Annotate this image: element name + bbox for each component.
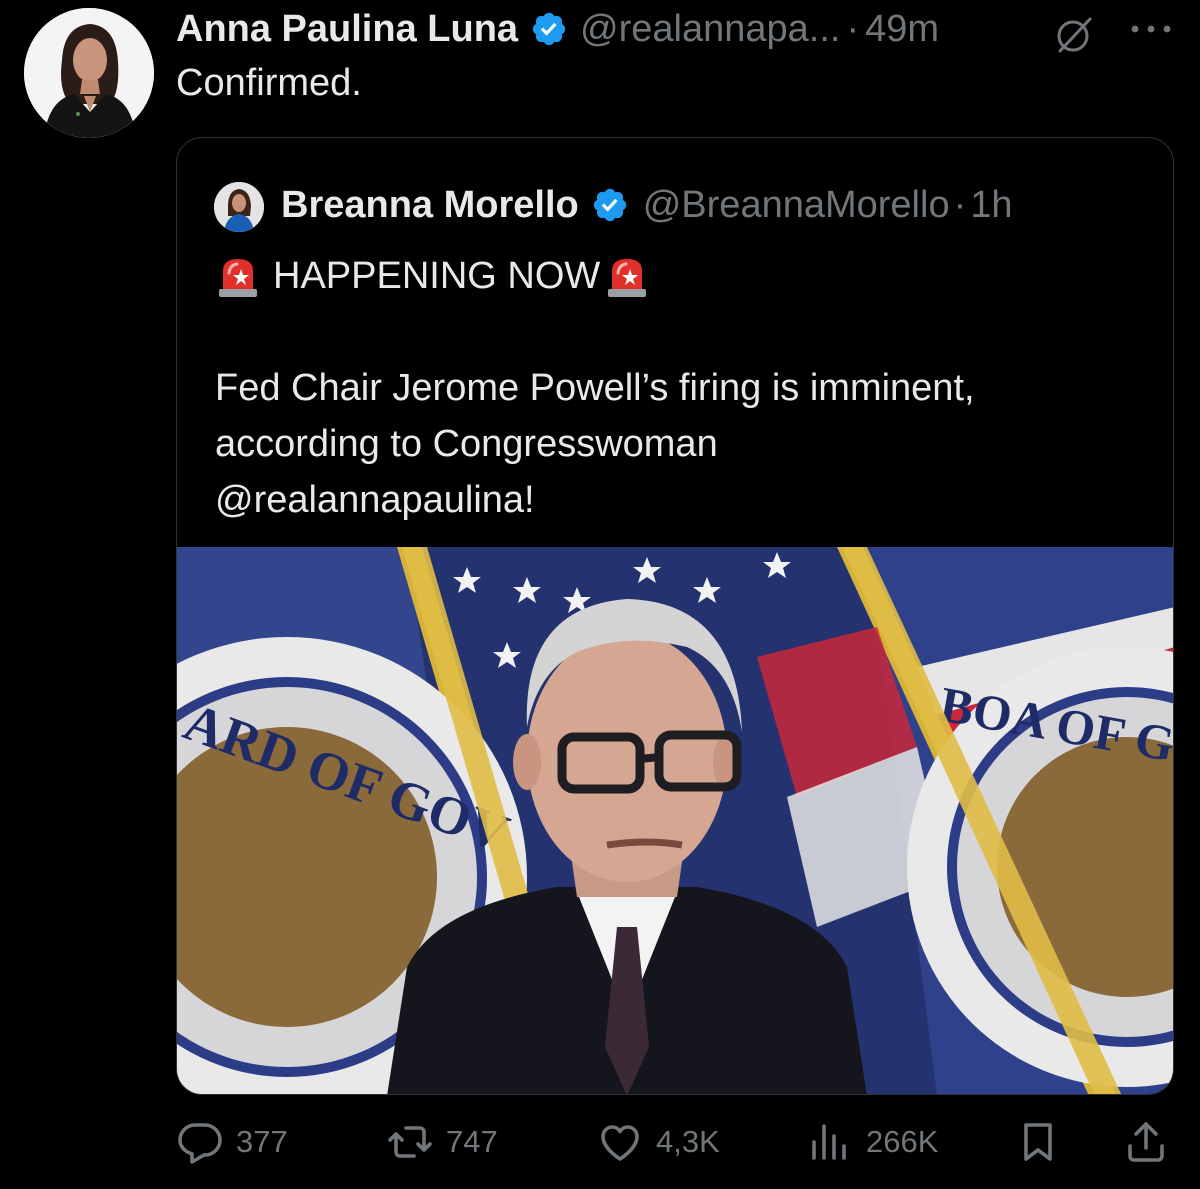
author-display-name[interactable]: Anna Paulina Luna xyxy=(176,8,518,51)
tweet: Anna Paulina Luna @realannapa... · 49m C… xyxy=(0,0,1200,1189)
quoted-header-separator: · xyxy=(953,183,967,226)
quoted-author-display-name[interactable]: Breanna Morello xyxy=(281,184,579,227)
views-chart-icon xyxy=(812,1124,846,1160)
header-separator: · xyxy=(846,7,860,50)
quoted-tweet[interactable]: Breanna Morello @BreannaMorello · 1h HAP… xyxy=(176,137,1174,1095)
repost-icon xyxy=(388,1126,432,1158)
quoted-body-line: according to Congresswoman xyxy=(215,423,718,465)
view-count: 266K xyxy=(866,1124,939,1159)
quoted-text: HAPPENING NOW Fed Chair Jerome Powell’s … xyxy=(215,248,1145,528)
quoted-author-avatar-image xyxy=(214,182,264,232)
quoted-author-avatar[interactable] xyxy=(214,182,264,232)
tweet-action-bar: 377 747 4,3K 266K xyxy=(176,1114,1176,1170)
views-button[interactable]: 266K xyxy=(806,1114,938,1170)
like-count: 4,3K xyxy=(656,1124,720,1159)
share-icon xyxy=(1128,1122,1164,1162)
author-avatar[interactable] xyxy=(24,8,154,138)
repost-button[interactable]: 747 xyxy=(386,1114,498,1170)
tweet-header: Anna Paulina Luna @realannapa... · 49m xyxy=(176,4,939,54)
author-handle[interactable]: @realannapa... xyxy=(580,8,840,51)
quoted-headline-line: HAPPENING NOW xyxy=(215,248,1145,304)
tweet-text: Confirmed. xyxy=(176,62,362,104)
share-button[interactable] xyxy=(1122,1114,1170,1170)
quoted-author-handle[interactable]: @BreannaMorello xyxy=(643,184,950,227)
siren-emoji-icon xyxy=(608,259,647,297)
quoted-mention-link[interactable]: @realannapaulina! xyxy=(215,472,1145,528)
like-button[interactable]: 4,3K xyxy=(596,1114,720,1170)
repost-count: 747 xyxy=(446,1124,498,1159)
quoted-timestamp[interactable]: 1h xyxy=(970,184,1012,227)
quoted-headline: HAPPENING NOW xyxy=(273,255,601,297)
heart-icon xyxy=(601,1125,639,1161)
quoted-header: Breanna Morello @BreannaMorello · 1h xyxy=(281,180,1013,230)
reply-button[interactable]: 377 xyxy=(176,1114,288,1170)
reply-icon xyxy=(178,1123,222,1164)
bookmark-button[interactable] xyxy=(1014,1114,1062,1170)
verified-badge-icon xyxy=(532,12,566,46)
grok-icon[interactable] xyxy=(1052,14,1098,54)
tweet-timestamp[interactable]: 49m xyxy=(865,8,939,51)
quoted-body-line: Fed Chair Jerome Powell’s firing is immi… xyxy=(215,367,975,409)
more-options-icon[interactable] xyxy=(1128,22,1174,36)
bookmark-icon xyxy=(1024,1123,1052,1161)
siren-emoji-icon xyxy=(219,259,257,297)
verified-badge-icon xyxy=(593,188,626,222)
quoted-media-image[interactable]: ARD OF GOV BOA OF GOVER xyxy=(177,547,1174,1095)
author-avatar-image xyxy=(24,8,154,138)
reply-count: 377 xyxy=(236,1124,288,1159)
